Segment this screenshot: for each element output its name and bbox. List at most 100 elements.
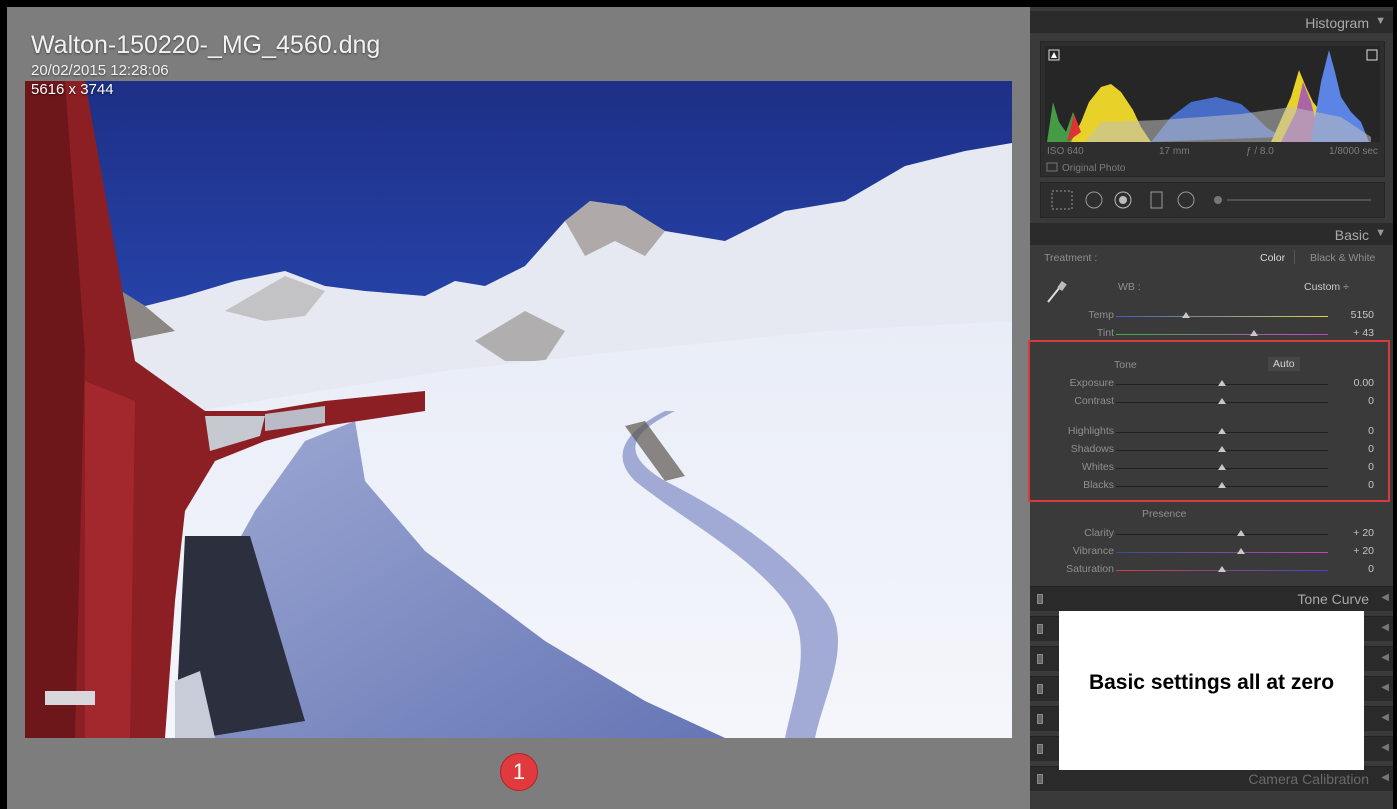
slider-thumb[interactable] xyxy=(1218,446,1226,452)
basic-title: Basic xyxy=(1334,227,1369,243)
slider-thumb[interactable] xyxy=(1237,548,1246,554)
slider-value[interactable]: + 20 xyxy=(1353,545,1374,557)
slider-value[interactable]: 5150 xyxy=(1351,309,1374,321)
photo-canvas xyxy=(25,81,1012,738)
slider-exposure[interactable]: Exposure 0.00 xyxy=(1030,377,1393,393)
slider-value[interactable]: 0 xyxy=(1368,461,1374,473)
tone-section-label: Tone xyxy=(1114,359,1137,371)
annotation-callout: Basic settings all at zero xyxy=(1059,611,1364,770)
slider-value[interactable]: 0 xyxy=(1368,479,1374,491)
wb-dropdown[interactable]: Custom ÷ xyxy=(1304,281,1349,293)
slider-label: Saturation xyxy=(1066,563,1114,575)
slider-label: Temp xyxy=(1088,309,1114,321)
histogram-title: Histogram xyxy=(1305,15,1369,31)
slider-value[interactable]: 0 xyxy=(1368,563,1374,575)
slider-value[interactable]: 0 xyxy=(1368,425,1374,437)
slider-label: Blacks xyxy=(1083,479,1114,491)
slider-label: Highlights xyxy=(1067,425,1114,437)
slider-thumb[interactable] xyxy=(1218,482,1226,488)
slider-thumb[interactable] xyxy=(1218,566,1226,572)
slider-label: Shadows xyxy=(1070,443,1114,455)
slider-value[interactable]: + 20 xyxy=(1353,527,1374,539)
crop-overlay-icon[interactable] xyxy=(1051,190,1073,210)
panel-switch-icon[interactable] xyxy=(1037,654,1043,664)
slider-thumb[interactable] xyxy=(1181,312,1190,318)
slider-track[interactable] xyxy=(1116,334,1328,335)
histogram-graph: ISO 640 17 mm ƒ / 8.0 1/8000 sec Origina… xyxy=(1045,46,1380,174)
slider-value[interactable]: 0 xyxy=(1368,395,1374,407)
histogram-panel: ISO 640 17 mm ƒ / 8.0 1/8000 sec Origina… xyxy=(1040,41,1385,177)
slider-vibrance[interactable]: Vibrance + 20 xyxy=(1030,545,1393,561)
spot-removal-icon[interactable] xyxy=(1085,191,1103,209)
expand-triangle-icon[interactable]: ◀ xyxy=(1381,742,1389,753)
slider-tint[interactable]: Tint + 43 xyxy=(1030,327,1393,343)
panel-switch-icon[interactable] xyxy=(1037,714,1043,724)
expand-triangle-icon[interactable]: ◀ xyxy=(1381,772,1389,783)
hist-focal: 17 mm xyxy=(1159,146,1190,157)
expand-triangle-icon[interactable]: ◀ xyxy=(1381,682,1389,693)
tool-strip xyxy=(1040,182,1385,218)
histogram-header[interactable]: Histogram ▼ xyxy=(1030,11,1393,33)
slider-highlights[interactable]: Highlights 0 xyxy=(1030,425,1393,441)
panel-switch-icon[interactable] xyxy=(1037,684,1043,694)
slider-blacks[interactable]: Blacks 0 xyxy=(1030,479,1393,495)
radial-filter-icon[interactable] xyxy=(1177,191,1195,209)
step-number-badge: 1 xyxy=(500,753,538,791)
basic-collapse-icon[interactable]: ▼ xyxy=(1375,227,1386,239)
slider-thumb[interactable] xyxy=(1218,380,1226,386)
treatment-bw-button[interactable]: Black & White xyxy=(1310,252,1375,264)
treatment-color-button[interactable]: Color xyxy=(1260,252,1285,264)
original-photo-checkbox[interactable] xyxy=(1046,162,1058,172)
slider-track[interactable] xyxy=(1116,552,1328,553)
slider-label: Clarity xyxy=(1084,527,1114,539)
slider-label: Exposure xyxy=(1069,377,1114,389)
slider-label: Whites xyxy=(1081,461,1114,473)
wb-label: WB : xyxy=(1118,281,1141,293)
photo-datetime: 20/02/2015 12:28:06 xyxy=(31,62,169,79)
hist-shutter: 1/8000 sec xyxy=(1329,146,1378,157)
adjustment-brush-icon[interactable] xyxy=(1214,196,1222,204)
panel-switch-icon[interactable] xyxy=(1037,774,1043,784)
slider-thumb[interactable] xyxy=(1249,330,1258,336)
image-view: Walton-150220-_MG_4560.dng 20/02/2015 12… xyxy=(7,7,1030,809)
graduated-filter-icon[interactable] xyxy=(1150,191,1163,209)
slider-temp[interactable]: Temp 5150 xyxy=(1030,309,1393,325)
slider-thumb[interactable] xyxy=(1218,464,1226,470)
treatment-divider xyxy=(1294,250,1295,264)
expand-triangle-icon[interactable]: ◀ xyxy=(1381,712,1389,723)
panel-switch-icon[interactable] xyxy=(1037,744,1043,754)
auto-tone-button[interactable]: Auto xyxy=(1268,357,1300,371)
panel-switch-icon[interactable] xyxy=(1037,624,1043,634)
slider-value[interactable]: 0.00 xyxy=(1354,377,1374,389)
slider-value[interactable]: + 43 xyxy=(1353,327,1374,339)
slider-value[interactable]: 0 xyxy=(1368,443,1374,455)
hist-aperture: ƒ / 8.0 xyxy=(1246,146,1274,157)
hist-iso: ISO 640 xyxy=(1047,146,1084,157)
slider-saturation[interactable]: Saturation 0 xyxy=(1030,563,1393,579)
expand-triangle-icon[interactable]: ◀ xyxy=(1381,592,1389,603)
expand-triangle-icon[interactable]: ◀ xyxy=(1381,622,1389,633)
panel-switch-icon[interactable] xyxy=(1037,594,1043,604)
slider-shadows[interactable]: Shadows 0 xyxy=(1030,443,1393,459)
basic-header[interactable]: Basic ▼ xyxy=(1030,223,1393,245)
expand-triangle-icon[interactable]: ◀ xyxy=(1381,652,1389,663)
tone-curve-title: Tone Curve xyxy=(1297,591,1369,607)
main-photo[interactable] xyxy=(25,81,1012,738)
slider-clarity[interactable]: Clarity + 20 xyxy=(1030,527,1393,543)
tone-curve-header[interactable]: Tone Curve ◀ xyxy=(1030,586,1393,611)
treatment-label: Treatment : xyxy=(1044,252,1098,264)
photo-dimensions: 5616 x 3744 xyxy=(31,81,114,98)
collapse-triangle-icon[interactable]: ▼ xyxy=(1375,15,1386,27)
slider-whites[interactable]: Whites 0 xyxy=(1030,461,1393,477)
slider-label: Tint xyxy=(1096,327,1114,339)
presence-section-label: Presence xyxy=(1142,508,1187,520)
eyedropper-icon[interactable] xyxy=(1044,279,1068,305)
slider-label: Contrast xyxy=(1074,395,1114,407)
slider-track[interactable] xyxy=(1116,316,1328,317)
slider-thumb[interactable] xyxy=(1237,530,1246,536)
slider-contrast[interactable]: Contrast 0 xyxy=(1030,395,1393,411)
slider-thumb[interactable] xyxy=(1218,398,1226,404)
slider-thumb[interactable] xyxy=(1218,428,1226,434)
photo-filename: Walton-150220-_MG_4560.dng xyxy=(31,31,381,59)
slider-track[interactable] xyxy=(1116,534,1328,535)
